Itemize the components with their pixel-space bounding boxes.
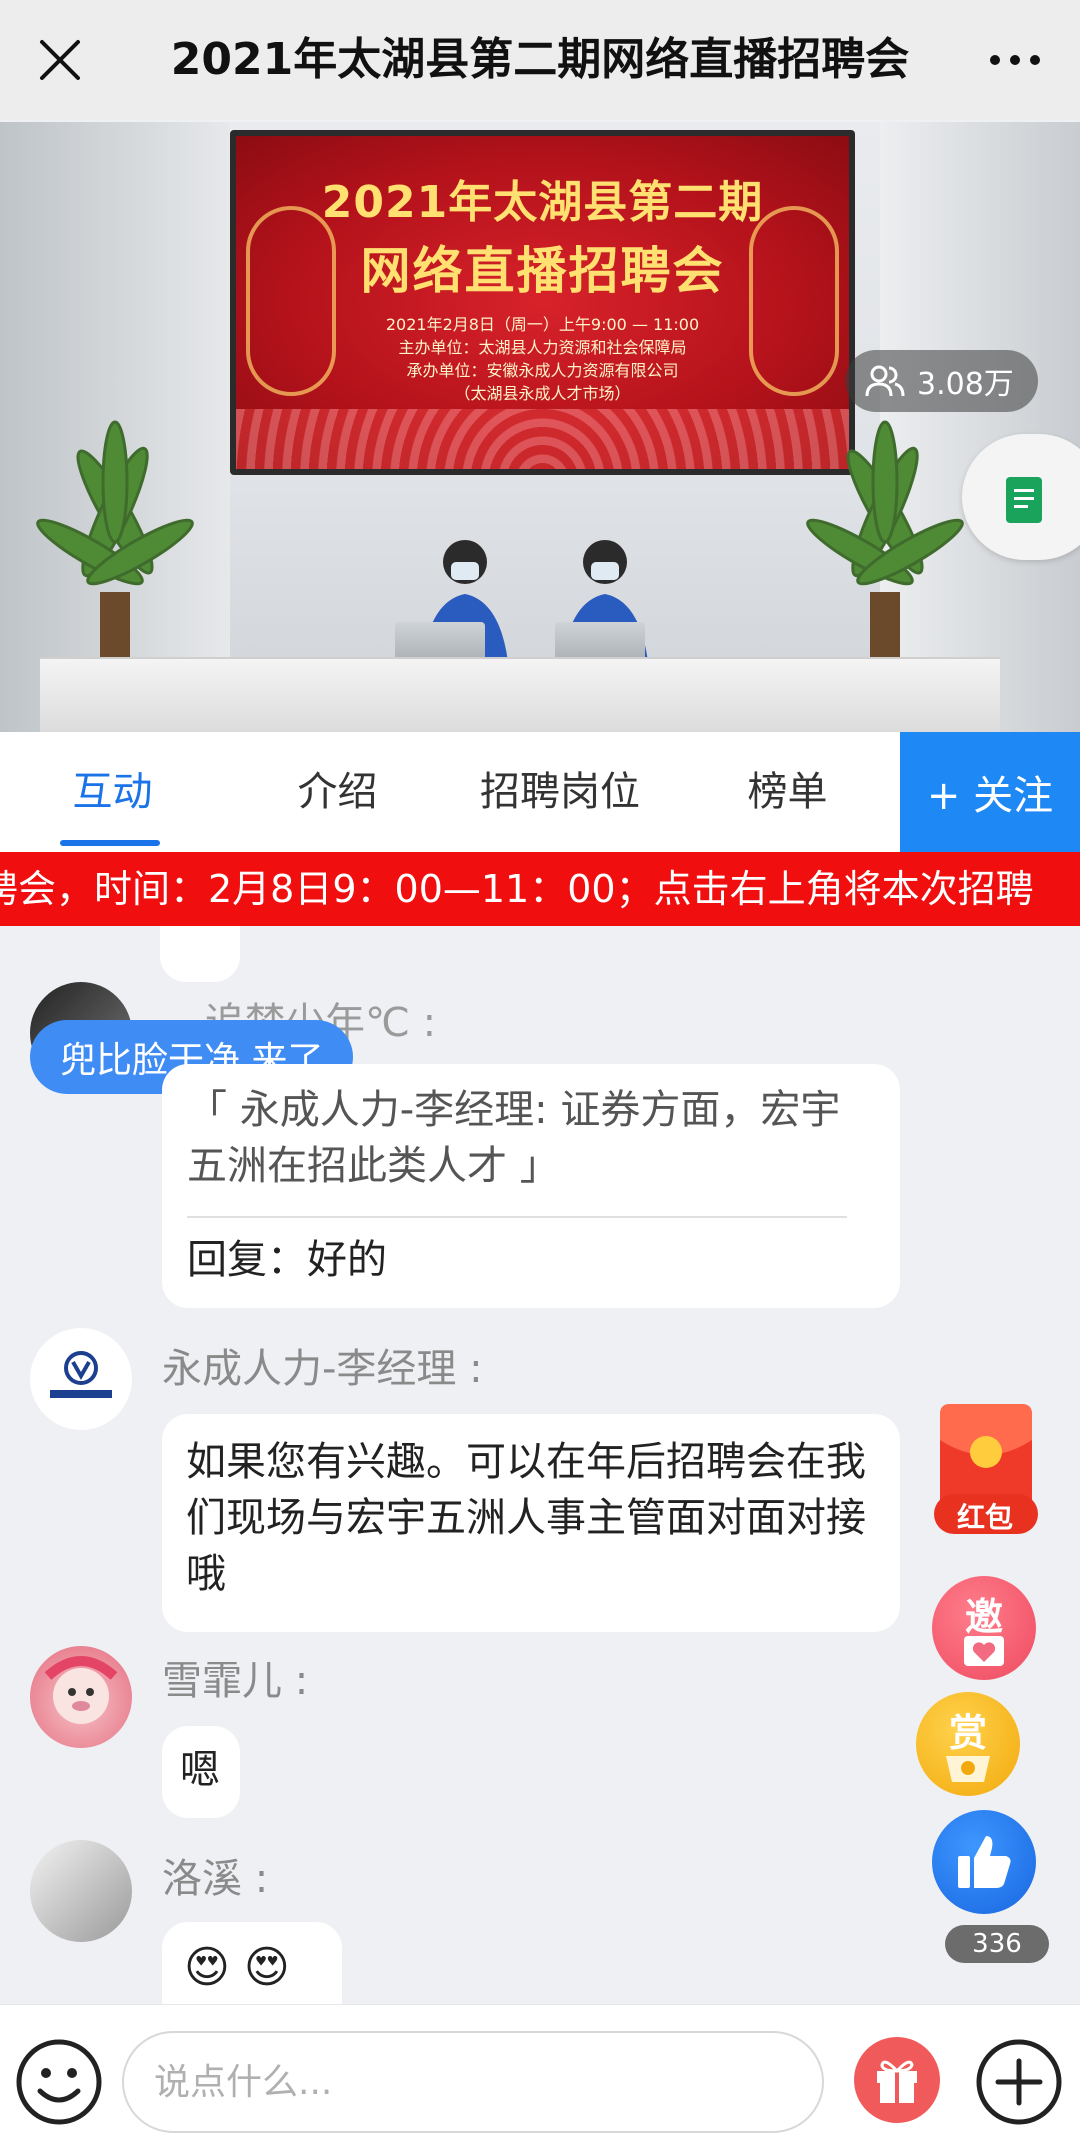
screen-date: 2021年2月8日（周一）上午9:00 — 11:00: [385, 315, 700, 334]
close-button[interactable]: [28, 28, 92, 92]
heart-envelope-icon: [964, 1636, 1004, 1666]
gift-button[interactable]: [854, 2037, 940, 2123]
chat-bubble: 😍 😍: [162, 1922, 342, 2004]
red-packet-label: 红包: [956, 1501, 1013, 1534]
tab-interaction[interactable]: 互动: [20, 732, 205, 852]
announcement-marquee: 聘会，时间：2月8日9：00—11：00；点击右上角将本次招聘: [0, 852, 1080, 926]
close-icon: [40, 40, 80, 80]
wave-pattern: [236, 409, 849, 469]
live-page: 2021年太湖县第二期网络直播招聘会 2021年太湖县第二期 网络直播招聘会 2…: [0, 0, 1080, 2150]
page-title: 2021年太湖县第二期网络直播招聘会: [170, 34, 910, 85]
announcement-text: 聘会，时间：2月8日9：00—11：00；点击右上角将本次招聘: [0, 867, 1034, 911]
desk: [40, 657, 1000, 732]
chat-username: 洛溪 :: [162, 1856, 269, 1902]
more-actions-button[interactable]: [974, 2037, 1064, 2127]
tab-jobs[interactable]: 招聘岗位: [465, 732, 655, 852]
chat-bubble-reply: 「 永成人力-李经理: 证券方面，宏宇五洲在招此类人才 」 回复：好的: [162, 1064, 900, 1308]
monkey-avatar-icon: [44, 1656, 118, 1724]
bottom-input-bar: [0, 2004, 1080, 2150]
comment-input[interactable]: [122, 2031, 824, 2133]
more-button[interactable]: [980, 28, 1050, 92]
tab-ranking[interactable]: 榜单: [695, 732, 880, 852]
people-icon: [865, 365, 905, 397]
gift-icon: [877, 2060, 917, 2103]
plus-circle-icon: [976, 2039, 1062, 2125]
chat-bubble: 如果您有兴趣。可以在年后招聘会在我们现场与宏宇五洲人事主管面对面对接哦: [162, 1414, 900, 1632]
quoted-message: 「 永成人力-李经理: 证券方面，宏宇五洲在招此类人才 」: [187, 1087, 841, 1189]
title-bar: 2021年太湖县第二期网络直播招聘会: [0, 0, 1080, 120]
emoji-button[interactable]: [14, 2037, 104, 2127]
invite-button[interactable]: 邀: [932, 1576, 1036, 1680]
live-video[interactable]: 2021年太湖县第二期 网络直播招聘会 2021年2月8日（周一）上午9:00 …: [0, 122, 1080, 732]
company-logo: [50, 1351, 112, 1398]
thumbs-up-icon: [958, 1836, 1011, 1888]
chat-username: 永成人力-李经理 :: [162, 1346, 483, 1392]
follow-button[interactable]: + 关注: [900, 732, 1080, 852]
screen-title-line1: 2021年太湖县第二期: [321, 177, 764, 228]
screen-organizer: 承办单位：安徽永成人力资源有限公司: [406, 361, 679, 380]
chat-list[interactable]: 追梦少年℃ : 兜比脸干净 来了 「 永成人力-李经理: 证券方面，宏宇五洲在招…: [0, 926, 1080, 2004]
active-tab-indicator: [60, 840, 160, 846]
tab-intro[interactable]: 介绍: [245, 732, 430, 852]
avatar[interactable]: [30, 1840, 132, 1942]
screen-organizer-sub: （太湖县永成人才市场）: [454, 384, 631, 403]
red-packet-button[interactable]: 红包: [930, 1400, 1040, 1535]
screen-host: 主办单位：太湖县人力资源和社会保障局: [398, 338, 687, 357]
document-button[interactable]: [962, 434, 1080, 560]
document-icon: [1006, 477, 1042, 523]
divider: [187, 1216, 847, 1218]
chat-bubble: 嗯: [162, 1726, 240, 1818]
like-button[interactable]: [932, 1810, 1036, 1914]
stage-screen: 2021年太湖县第二期 网络直播招聘会 2021年2月8日（周一）上午9:00 …: [230, 130, 855, 475]
chat-bubble-partial: [160, 926, 240, 982]
viewer-count-badge: 3.08万: [845, 350, 1038, 412]
viewer-count: 3.08万: [917, 367, 1014, 402]
like-count: 336: [945, 1925, 1049, 1963]
screen-title-line2: 网络直播招聘会: [360, 242, 725, 300]
coin-tray-icon: [946, 1756, 990, 1782]
more-horizontal-icon: [990, 55, 1040, 65]
avatar[interactable]: [30, 1328, 132, 1430]
smiley-icon: [16, 2039, 102, 2125]
chat-username: 雪霏儿 :: [162, 1658, 309, 1704]
reward-button[interactable]: 赏: [916, 1692, 1020, 1796]
avatar[interactable]: [30, 1646, 132, 1748]
reward-label: 赏: [948, 1711, 987, 1755]
reply-text: 回复：好的: [187, 1237, 387, 1283]
